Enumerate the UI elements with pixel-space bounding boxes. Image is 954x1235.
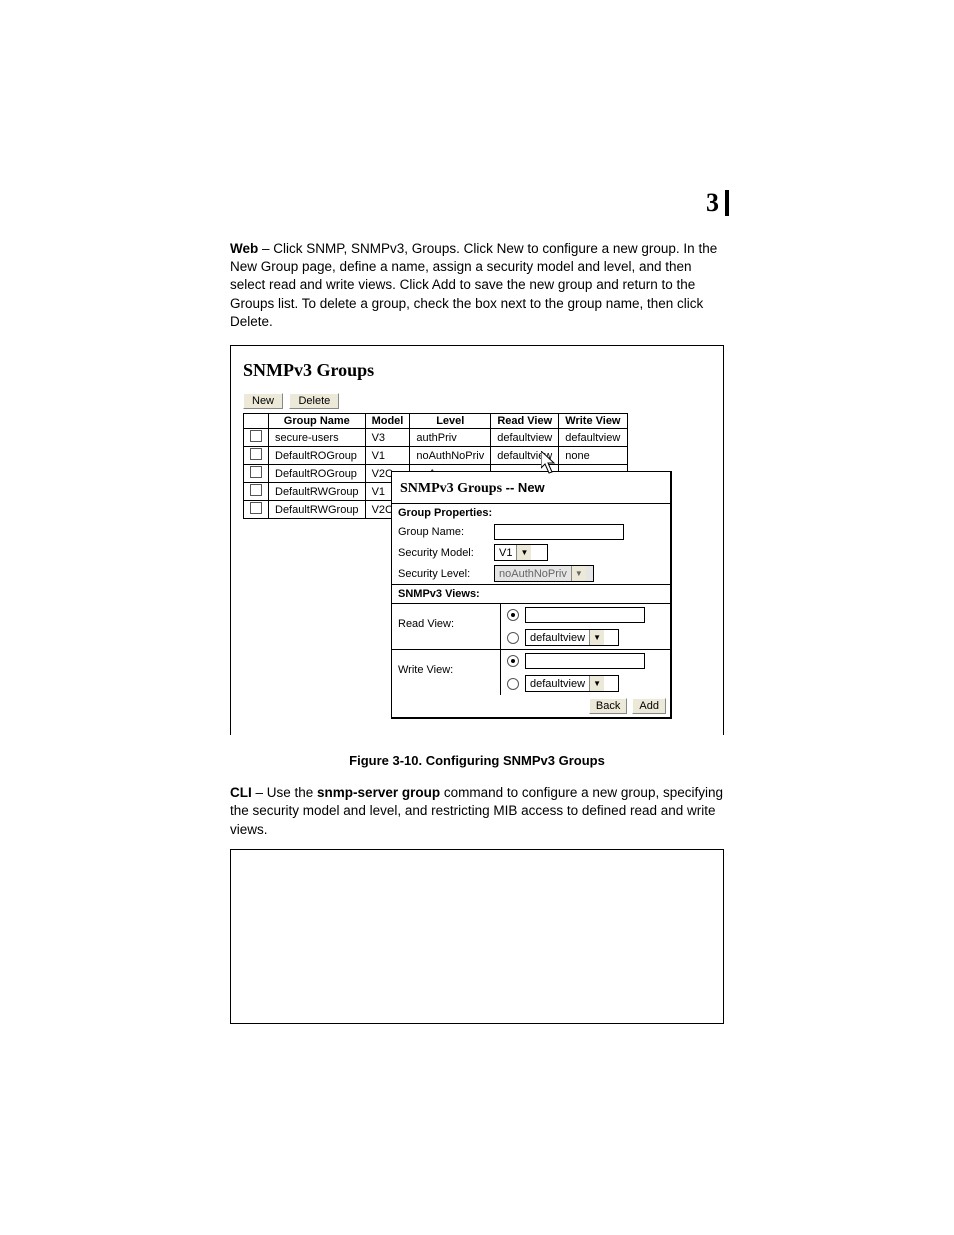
- write-view-label: Write View:: [392, 650, 500, 695]
- table-row: DefaultROGroup V1 noAuthNoPriv defaultvi…: [244, 447, 628, 465]
- cell-model: V1: [365, 447, 410, 465]
- popup-section-views: SNMPv3 Views:: [392, 584, 670, 603]
- read-view-label: Read View:: [392, 604, 500, 649]
- chevron-down-icon: ▼: [516, 545, 531, 560]
- col-group-name: Group Name: [269, 414, 366, 429]
- cell-group-name: secure-users: [269, 429, 366, 447]
- cell-group-name: DefaultROGroup: [269, 447, 366, 465]
- write-view-input[interactable]: [525, 653, 645, 669]
- intro-paragraph: Web – Click SNMP, SNMPv3, Groups. Click …: [230, 240, 724, 331]
- write-view-radio-blank[interactable]: [507, 655, 519, 667]
- figure-screenshot: SNMPv3 Groups New Delete Group Name Mode…: [230, 345, 724, 735]
- row-checkbox[interactable]: [250, 466, 262, 478]
- read-view-input[interactable]: [525, 607, 645, 623]
- read-view-radio-select[interactable]: [507, 632, 519, 644]
- table-header-row: Group Name Model Level Read View Write V…: [244, 414, 628, 429]
- col-read-view: Read View: [491, 414, 559, 429]
- security-level-label: Security Level:: [398, 568, 494, 580]
- row-checkbox[interactable]: [250, 448, 262, 460]
- cell-model: V3: [365, 429, 410, 447]
- read-view-radio-blank[interactable]: [507, 609, 519, 621]
- delete-button[interactable]: Delete: [289, 393, 339, 409]
- write-view-select[interactable]: defaultview ▼: [525, 675, 619, 692]
- row-checkbox[interactable]: [250, 484, 262, 496]
- col-model: Model: [365, 414, 410, 429]
- cli-lead: CLI: [230, 785, 252, 800]
- write-view-radio-select[interactable]: [507, 678, 519, 690]
- new-group-popup: SNMPv3 Groups -- New Group Properties: G…: [391, 471, 672, 719]
- back-button[interactable]: Back: [589, 698, 627, 714]
- intro-body: – Click SNMP, SNMPv3, Groups. Click New …: [230, 241, 717, 329]
- security-level-select[interactable]: noAuthNoPriv ▼: [494, 565, 594, 582]
- cli-output-box: [230, 849, 724, 1024]
- cli-command: snmp-server group: [317, 785, 440, 800]
- chapter-number: 3: [706, 190, 729, 216]
- chevron-down-icon: ▼: [589, 630, 604, 645]
- cell-read: defaultview: [491, 429, 559, 447]
- chevron-down-icon: ▼: [571, 566, 586, 581]
- cell-read: defaultview: [491, 447, 559, 465]
- add-button[interactable]: Add: [632, 698, 666, 714]
- intro-lead: Web: [230, 241, 258, 256]
- col-write-view: Write View: [559, 414, 627, 429]
- cli-paragraph: CLI – Use the snmp-server group command …: [230, 784, 724, 839]
- chevron-down-icon: ▼: [589, 676, 604, 691]
- read-view-select[interactable]: defaultview ▼: [525, 629, 619, 646]
- security-model-label: Security Model:: [398, 547, 494, 559]
- group-name-input[interactable]: [494, 524, 624, 540]
- row-checkbox[interactable]: [250, 502, 262, 514]
- col-level: Level: [410, 414, 491, 429]
- cell-write: none: [559, 447, 627, 465]
- cell-level: authPriv: [410, 429, 491, 447]
- popup-title: SNMPv3 Groups -- New: [392, 472, 670, 503]
- panel-title: SNMPv3 Groups: [243, 360, 711, 381]
- cell-group-name: DefaultRWGroup: [269, 501, 366, 519]
- cell-group-name: DefaultRWGroup: [269, 483, 366, 501]
- group-name-label: Group Name:: [398, 526, 494, 538]
- table-row: secure-users V3 authPriv defaultview def…: [244, 429, 628, 447]
- cell-level: noAuthNoPriv: [410, 447, 491, 465]
- figure-caption: Figure 3-10. Configuring SNMPv3 Groups: [230, 753, 724, 768]
- cell-group-name: DefaultROGroup: [269, 465, 366, 483]
- row-checkbox[interactable]: [250, 430, 262, 442]
- popup-section-properties: Group Properties:: [392, 503, 670, 522]
- new-button[interactable]: New: [243, 393, 283, 409]
- security-model-select[interactable]: V1 ▼: [494, 544, 548, 561]
- cell-write: defaultview: [559, 429, 627, 447]
